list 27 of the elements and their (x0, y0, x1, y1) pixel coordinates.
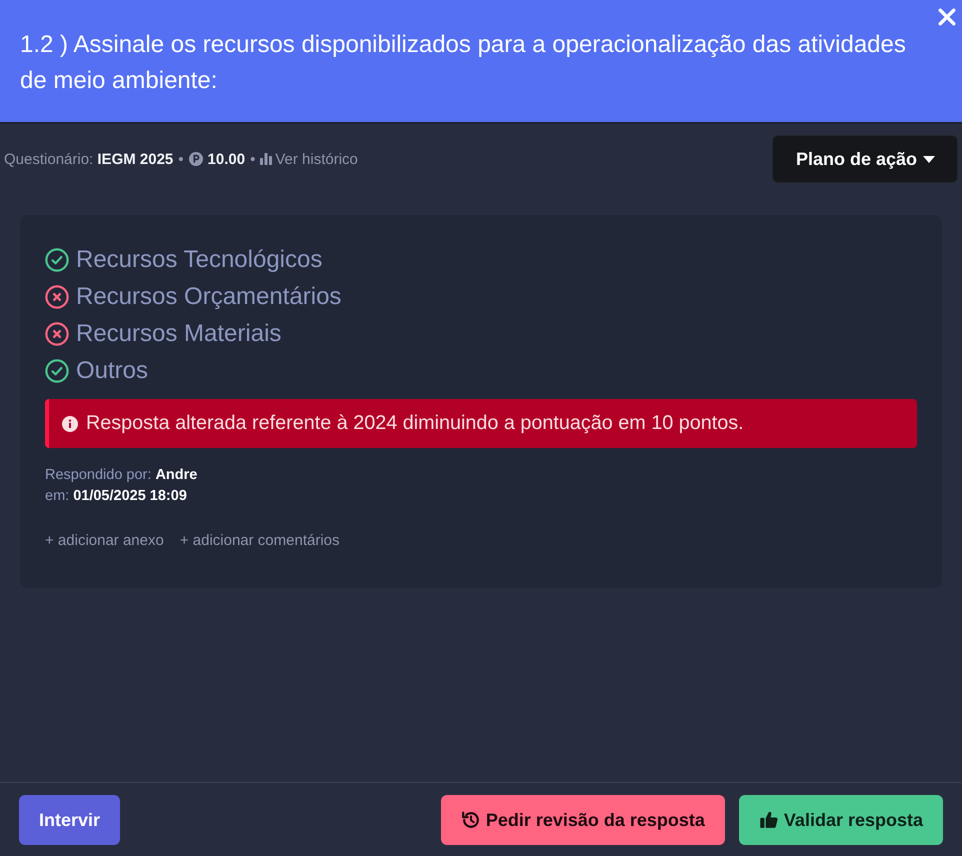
points-icon (188, 152, 203, 166)
separator-dot: • (178, 150, 184, 168)
history-icon (460, 810, 481, 830)
request-review-button[interactable]: Pedir revisão da resposta (440, 795, 725, 845)
caret-icon (923, 156, 935, 162)
add-link[interactable]: + adicionar comentários (180, 531, 340, 551)
info-icon (62, 416, 78, 432)
intervene-button[interactable]: Intervir (19, 795, 120, 845)
answered-at-text: em: 01/05/2025 18:09 (45, 487, 187, 506)
bar-chart-icon (260, 153, 272, 165)
option-label: Recursos Materiais (76, 319, 282, 349)
points-value: 10.00 (208, 150, 246, 168)
separator-dot: • (250, 150, 256, 168)
add-link[interactable]: + adicionar anexo (45, 531, 164, 551)
questionnaire-label: Questionário: IEGM 2025 (4, 150, 174, 168)
action-plan-dropdown[interactable]: Plano de ação (772, 135, 958, 183)
question-title: 1.2 ) Assinale os recursos disponibilizados para a operacionalização das atividades de meio ambiente: (20, 30, 907, 96)
close-button[interactable] (938, 8, 956, 26)
history-link[interactable]: Ver histórico (260, 150, 358, 168)
option-label: Recursos Tecnológicos (76, 245, 322, 275)
answered-by-text: Respondido por: Andre (45, 466, 198, 485)
validate-button[interactable]: Validar resposta (738, 795, 943, 845)
alert-message: Resposta alterada referente à 2024 diminuindo a pontuação em 10 pontos. (86, 411, 744, 436)
thumbs-up-icon (758, 810, 779, 830)
close-icon (938, 8, 956, 26)
option-label: Outros (76, 356, 148, 386)
option-label: Recursos Orçamentários (76, 282, 342, 312)
